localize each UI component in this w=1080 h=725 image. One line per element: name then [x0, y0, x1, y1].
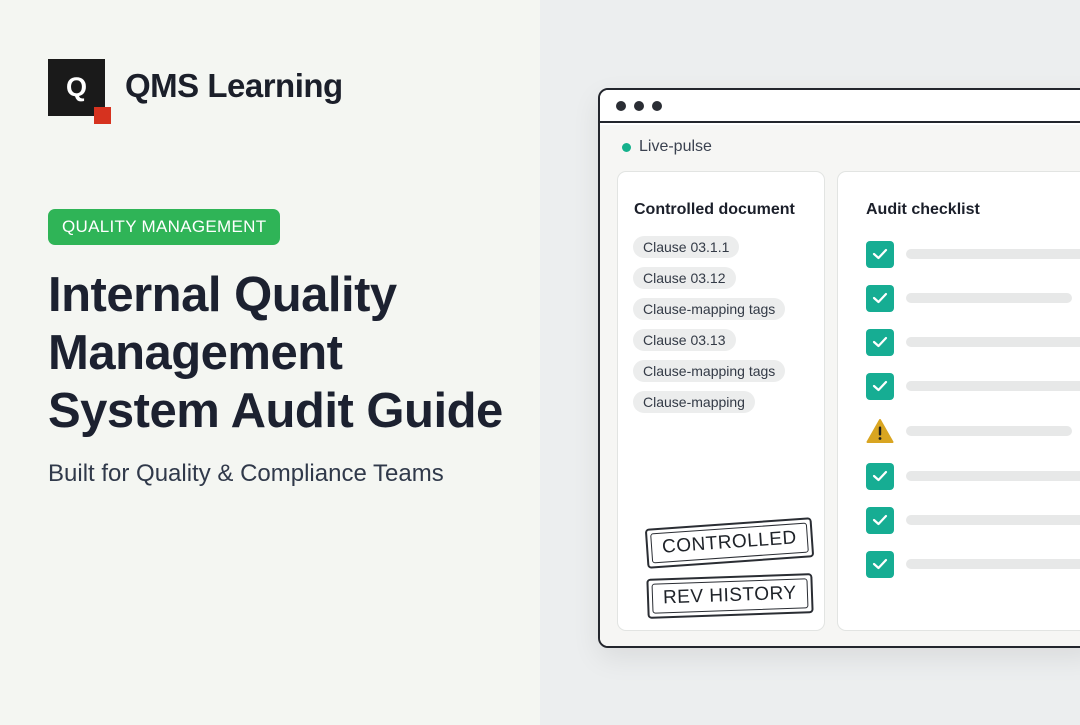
- checklist-item: [866, 284, 1080, 312]
- checklist-item: [866, 506, 1080, 534]
- window-dot-icon: [652, 101, 662, 111]
- clause-tag[interactable]: Clause 03.13: [633, 329, 736, 351]
- card-title: Controlled document: [634, 201, 795, 218]
- stamp-label: REV HISTORY: [651, 578, 809, 614]
- controlled-document-card: Controlled document Clause 03.1.1 Clause…: [617, 171, 825, 631]
- placeholder-line: [906, 337, 1080, 347]
- status-label: Live-pulse: [639, 138, 712, 155]
- checklist-item: [866, 550, 1080, 578]
- category-badge: QUALITY MANAGEMENT: [48, 209, 281, 245]
- placeholder-line: [906, 249, 1080, 259]
- clause-tag-list: Clause 03.1.1 Clause 03.12 Clause-mappin…: [633, 236, 786, 413]
- clause-tag[interactable]: Clause 03.1.1: [633, 236, 740, 258]
- app-window-mockup: Live-pulse Controlled document Clause 03…: [598, 88, 1080, 648]
- brand-name: QMS Learning: [125, 67, 343, 104]
- clause-tag[interactable]: Clause-mapping: [633, 391, 755, 413]
- check-icon[interactable]: [866, 462, 894, 490]
- check-icon[interactable]: [866, 284, 894, 312]
- stamp-label: CONTROLLED: [650, 522, 809, 564]
- placeholder-line: [906, 293, 1072, 303]
- hero-panel: Q QMS Learning QUALITY MANAGEMENT Intern…: [0, 0, 540, 725]
- window-dot-icon: [634, 101, 644, 111]
- brand-logo: Q: [48, 59, 111, 124]
- window-content: Live-pulse Controlled document Clause 03…: [600, 125, 1080, 646]
- logo-accent-square: [94, 107, 111, 124]
- audit-checklist-card: Audit checklist: [837, 171, 1080, 631]
- clause-tag[interactable]: Clause-mapping tags: [633, 360, 786, 382]
- check-icon[interactable]: [866, 550, 894, 578]
- placeholder-line: [906, 471, 1080, 481]
- headline-line: Management: [48, 326, 343, 380]
- headline-line: Internal Quality: [48, 268, 397, 322]
- clause-tag[interactable]: Clause-mapping tags: [633, 298, 786, 320]
- checklist-item: [866, 462, 1080, 490]
- rev-history-stamp: REV HISTORY: [646, 573, 814, 619]
- check-icon[interactable]: [866, 372, 894, 400]
- window-titlebar: [600, 90, 1080, 123]
- controlled-stamp: CONTROLLED: [644, 517, 815, 569]
- checklist-item: [866, 417, 1080, 445]
- status-indicator: Live-pulse: [622, 138, 712, 156]
- check-icon[interactable]: [866, 328, 894, 356]
- check-icon[interactable]: [866, 240, 894, 268]
- warning-icon: [866, 418, 894, 445]
- live-dot-icon: [622, 142, 631, 152]
- placeholder-line: [906, 515, 1080, 525]
- card-title: Audit checklist: [866, 201, 980, 218]
- checklist-item: [866, 372, 1080, 400]
- checklist-item: [866, 240, 1080, 268]
- window-dot-icon: [616, 101, 626, 111]
- placeholder-line: [906, 559, 1080, 569]
- check-icon[interactable]: [866, 506, 894, 534]
- placeholder-line: [906, 426, 1072, 436]
- page-subtitle: Built for Quality & Compliance Teams: [48, 460, 444, 487]
- clause-tag[interactable]: Clause 03.12: [633, 267, 736, 289]
- page-title: Internal Quality Management System Audit…: [48, 266, 528, 440]
- placeholder-line: [906, 381, 1080, 391]
- checklist-item: [866, 328, 1080, 356]
- headline-line: System Audit Guide: [48, 384, 503, 438]
